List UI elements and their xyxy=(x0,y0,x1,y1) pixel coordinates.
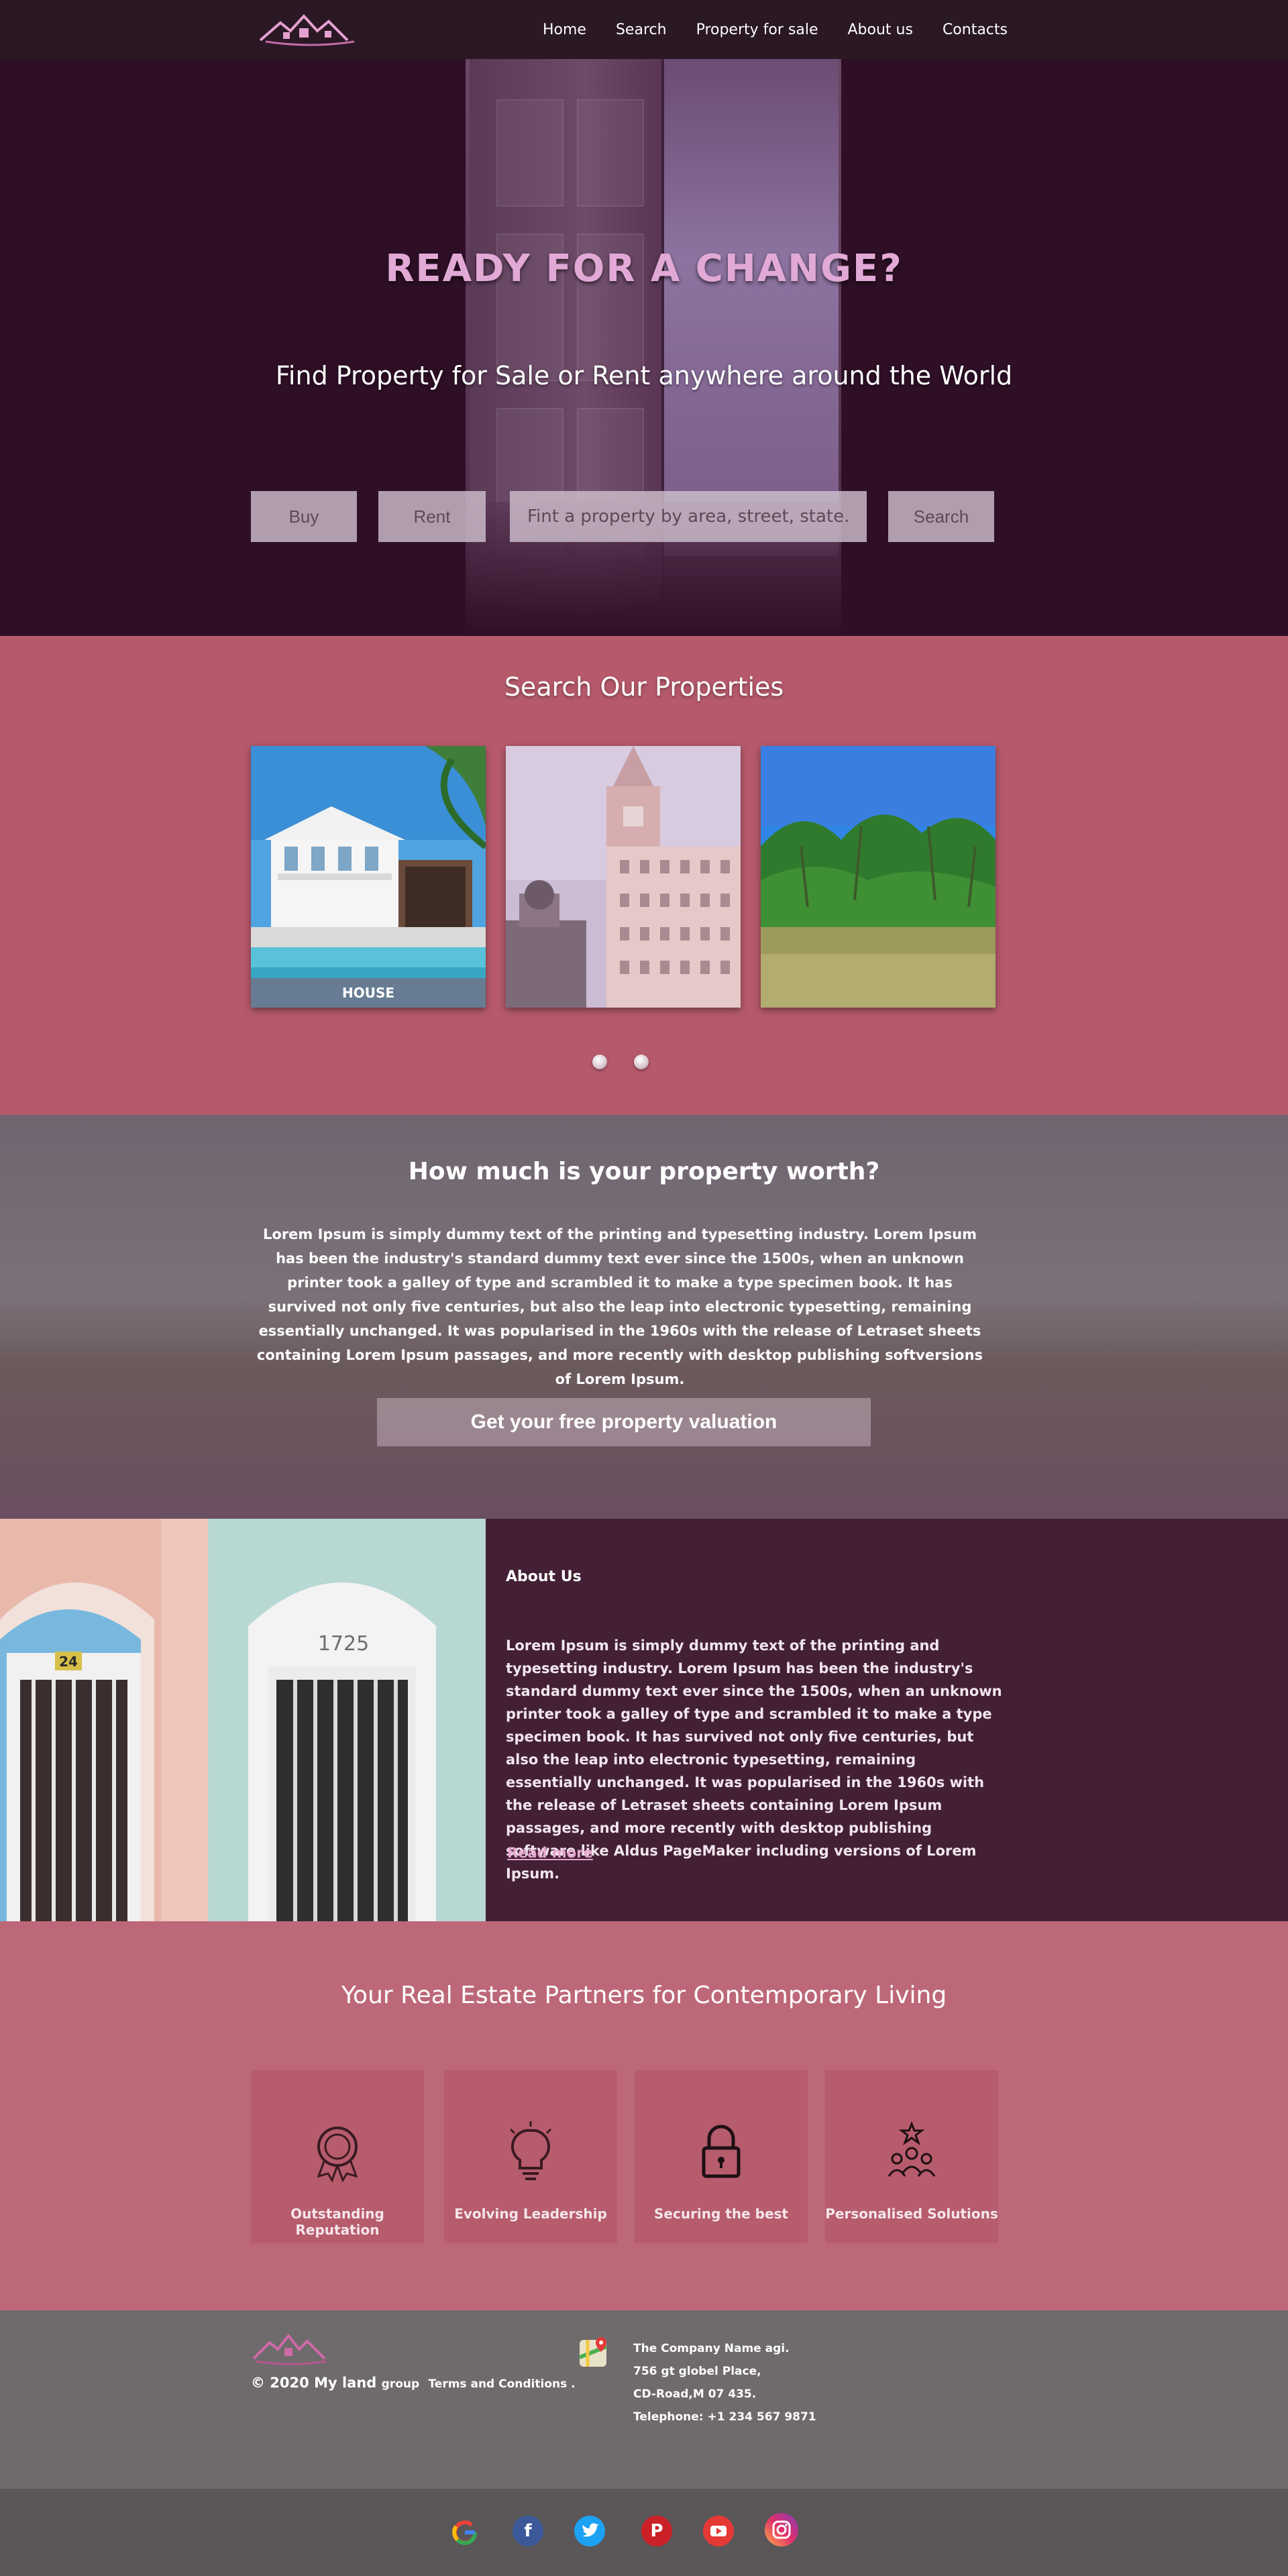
about-heading: About Us xyxy=(506,1568,582,1585)
properties-section: Search Our Properties HOUSE xyxy=(0,636,1288,1115)
property-card-tropical[interactable] xyxy=(761,746,996,1008)
address-line: The Company Name agi. xyxy=(633,2342,790,2355)
property-card-label: HOUSE xyxy=(251,978,486,1008)
feature-label: Personalised Solutions xyxy=(825,2206,998,2222)
nav-about-us[interactable]: About us xyxy=(847,21,912,38)
valuation-text: Lorem Ipsum is simply dummy text of the … xyxy=(256,1226,983,1387)
footer-logo-icon[interactable] xyxy=(251,2329,331,2367)
feature-label: Outstanding Reputation xyxy=(290,2206,384,2238)
footer-copyright: © 2020 My land group Terms and Condition… xyxy=(251,2375,576,2391)
door-number-right: 1725 xyxy=(318,1632,369,1656)
map-pin-icon xyxy=(578,2337,608,2367)
nav-search[interactable]: Search xyxy=(616,21,667,38)
logo-houses-icon[interactable] xyxy=(254,8,368,51)
search-button[interactable]: Search xyxy=(888,491,994,542)
properties-title: Search Our Properties xyxy=(504,672,784,702)
property-search-input[interactable] xyxy=(510,491,867,542)
company-address: The Company Name agi. 756 gt globel Plac… xyxy=(633,2337,816,2428)
door-panel xyxy=(496,99,564,207)
valuation-section: How much is your property worth? Lorem I… xyxy=(0,1115,1288,1519)
hero-door-opening xyxy=(664,59,839,555)
about-section: 24 1725 About Us Lorem Ipsum is simply d… xyxy=(0,1519,1288,1921)
twitter-icon[interactable] xyxy=(574,2516,605,2546)
social-bar: f P xyxy=(0,2489,1288,2576)
nav-property-for-sale[interactable]: Property for sale xyxy=(696,21,818,38)
carousel-dot-2[interactable] xyxy=(634,1055,649,1069)
carousel-dot-1[interactable] xyxy=(592,1055,607,1069)
top-navbar: Home Search Property for sale About us C… xyxy=(0,0,1288,59)
youtube-icon[interactable] xyxy=(703,2516,734,2546)
free-valuation-button[interactable]: Get your free property valuation xyxy=(377,1398,871,1446)
house-photo xyxy=(251,746,486,1008)
hero-subtitle: Find Property for Sale or Rent anywhere … xyxy=(275,361,1013,390)
door-panel xyxy=(577,99,644,207)
feature-personalised-solutions: Personalised Solutions xyxy=(825,2070,998,2243)
feature-evolving-leadership: Evolving Leadership xyxy=(444,2070,617,2243)
hero-section: READY FOR A CHANGE? Find Property for Sa… xyxy=(0,59,1288,636)
tropical-photo xyxy=(761,746,996,1008)
copyright-text: © 2020 My land xyxy=(251,2375,377,2391)
feature-outstanding-reputation: Outstanding Reputation xyxy=(251,2070,424,2243)
address-line: 756 gt globel Place, xyxy=(633,2365,761,2378)
award-medal-icon xyxy=(317,2127,358,2183)
address-line: Telephone: +1 234 567 9871 xyxy=(633,2410,816,2424)
city-photo xyxy=(506,746,741,1008)
door-number-left: 24 xyxy=(59,1654,78,1670)
property-card-house[interactable]: HOUSE xyxy=(251,746,486,1008)
partners-section: Your Real Estate Partners for Contempora… xyxy=(0,1921,1288,2310)
terms-link[interactable]: Terms and Conditions . xyxy=(428,2377,575,2391)
read-more-link[interactable]: Read more xyxy=(507,1845,593,1861)
feature-label: Evolving Leadership xyxy=(454,2206,607,2222)
address-line: CD-Road,M 07 435. xyxy=(633,2387,757,2401)
property-card-city[interactable] xyxy=(506,746,741,1008)
lightbulb-icon xyxy=(509,2121,552,2180)
partners-title: Your Real Estate Partners for Contempora… xyxy=(341,1982,947,2009)
copyright-group: group xyxy=(381,2377,420,2391)
valuation-title: How much is your property worth? xyxy=(408,1158,880,1185)
google-icon[interactable] xyxy=(451,2518,479,2546)
padlock-icon xyxy=(702,2125,741,2178)
buy-button[interactable]: Buy xyxy=(251,491,357,542)
hero-title: READY FOR A CHANGE? xyxy=(385,247,903,290)
pinterest-icon[interactable]: P xyxy=(641,2516,672,2546)
team-star-icon xyxy=(888,2121,936,2177)
nav-contacts[interactable]: Contacts xyxy=(943,21,1008,38)
about-doors-image: 24 1725 xyxy=(0,1519,486,1921)
nav-home[interactable]: Home xyxy=(543,21,586,38)
rent-button[interactable]: Rent xyxy=(378,491,486,542)
facebook-icon[interactable]: f xyxy=(513,2516,543,2546)
nav-links: Home Search Property for sale About us C… xyxy=(543,0,1008,59)
instagram-icon[interactable] xyxy=(765,2513,798,2546)
feature-securing-the-best: Securing the best xyxy=(635,2070,808,2243)
footer: © 2020 My land group Terms and Condition… xyxy=(0,2310,1288,2489)
feature-label: Securing the best xyxy=(654,2206,788,2222)
